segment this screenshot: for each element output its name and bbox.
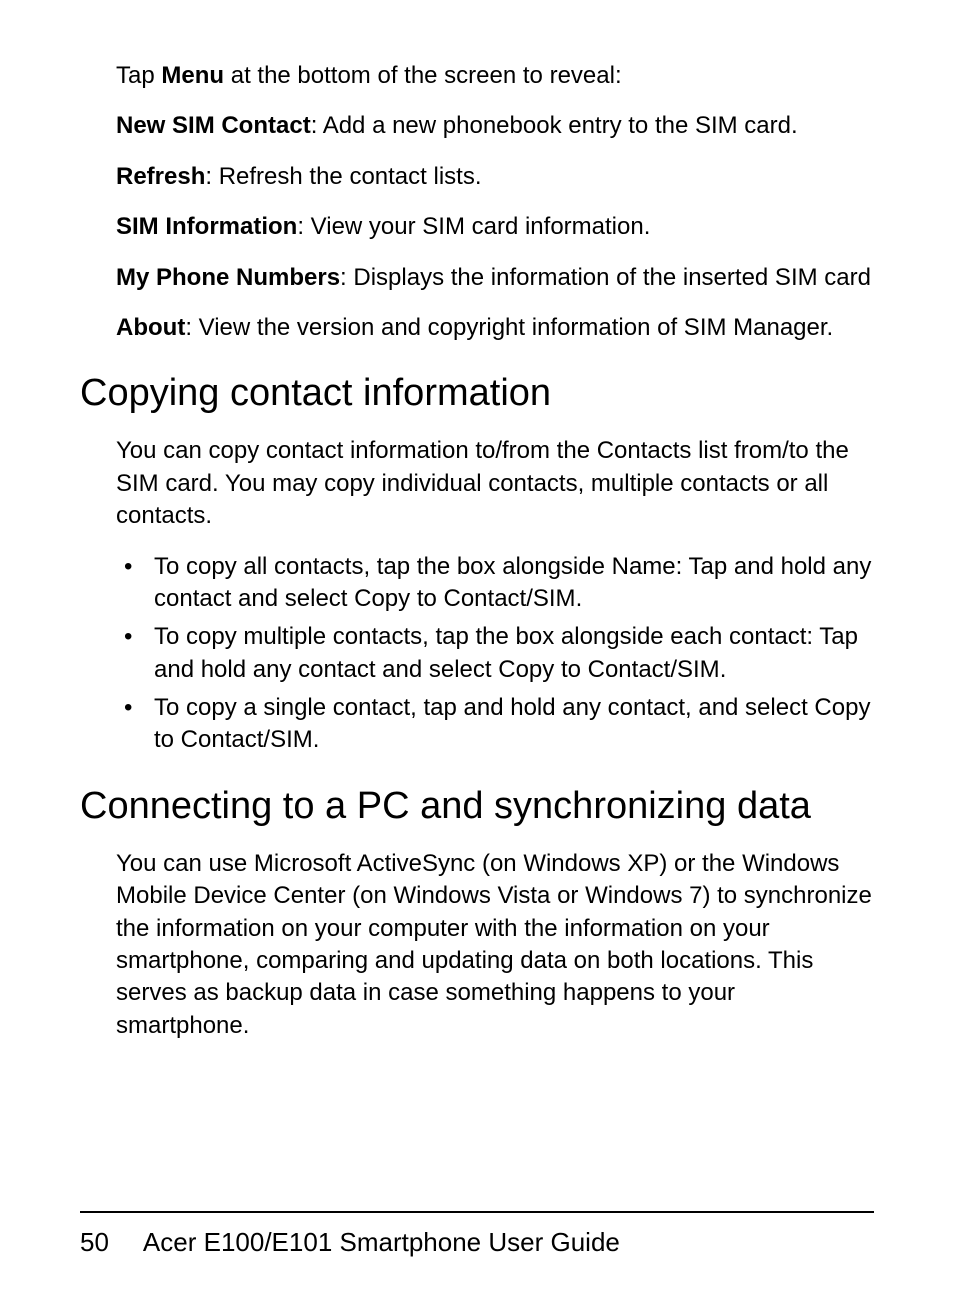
sim-info-para: SIM Information: View your SIM card info… (116, 211, 874, 243)
action-label: Copy to Contact/SIM (354, 585, 575, 612)
definition: : View the version and copyright informa… (185, 314, 833, 341)
list-item: To copy a single contact, tap and hold a… (116, 692, 874, 757)
text: . (720, 656, 727, 683)
term: Refresh (116, 163, 205, 190)
new-sim-contact-para: New SIM Contact: Add a new phonebook ent… (116, 110, 874, 142)
copying-intro-para: You can copy contact information to/from… (116, 435, 874, 532)
term: New SIM Contact (116, 112, 311, 139)
term: About (116, 314, 185, 341)
definition: : View your SIM card information. (297, 213, 650, 240)
text: . (313, 726, 320, 753)
list-item: To copy all contacts, tap the box alongs… (116, 551, 874, 616)
connecting-para: You can use Microsoft ActiveSync (on Win… (116, 848, 874, 1042)
copying-heading: Copying contact information (80, 372, 874, 415)
intro-paragraph: Tap Menu at the bottom of the screen to … (116, 60, 874, 92)
page-number: 50 (80, 1227, 109, 1258)
text: Tap (116, 62, 161, 89)
about-para: About: View the version and copyright in… (116, 312, 874, 344)
refresh-para: Refresh: Refresh the contact lists. (116, 161, 874, 193)
phone-numbers-para: My Phone Numbers: Displays the informati… (116, 262, 874, 294)
term: My Phone Numbers (116, 264, 340, 291)
footer-rule (80, 1211, 874, 1213)
footer-text: 50 Acer E100/E101 Smartphone User Guide (80, 1227, 874, 1258)
copy-steps-list: To copy all contacts, tap the box alongs… (116, 551, 874, 757)
definition: : Displays the information of the insert… (340, 264, 871, 291)
text: To copy a single contact, tap and hold a… (154, 694, 814, 721)
action-label: Copy to Contact/SIM (498, 656, 719, 683)
text: at the bottom of the screen to reveal: (224, 62, 622, 89)
term: SIM Information (116, 213, 297, 240)
page-footer: 50 Acer E100/E101 Smartphone User Guide (80, 1211, 874, 1258)
list-item: To copy multiple contacts, tap the box a… (116, 621, 874, 686)
guide-title: Acer E100/E101 Smartphone User Guide (143, 1227, 620, 1258)
definition: : Add a new phonebook entry to the SIM c… (311, 112, 798, 139)
menu-label: Menu (161, 62, 224, 89)
connecting-heading: Connecting to a PC and synchronizing dat… (80, 785, 874, 828)
text: . (576, 585, 583, 612)
definition: : Refresh the contact lists. (205, 163, 481, 190)
